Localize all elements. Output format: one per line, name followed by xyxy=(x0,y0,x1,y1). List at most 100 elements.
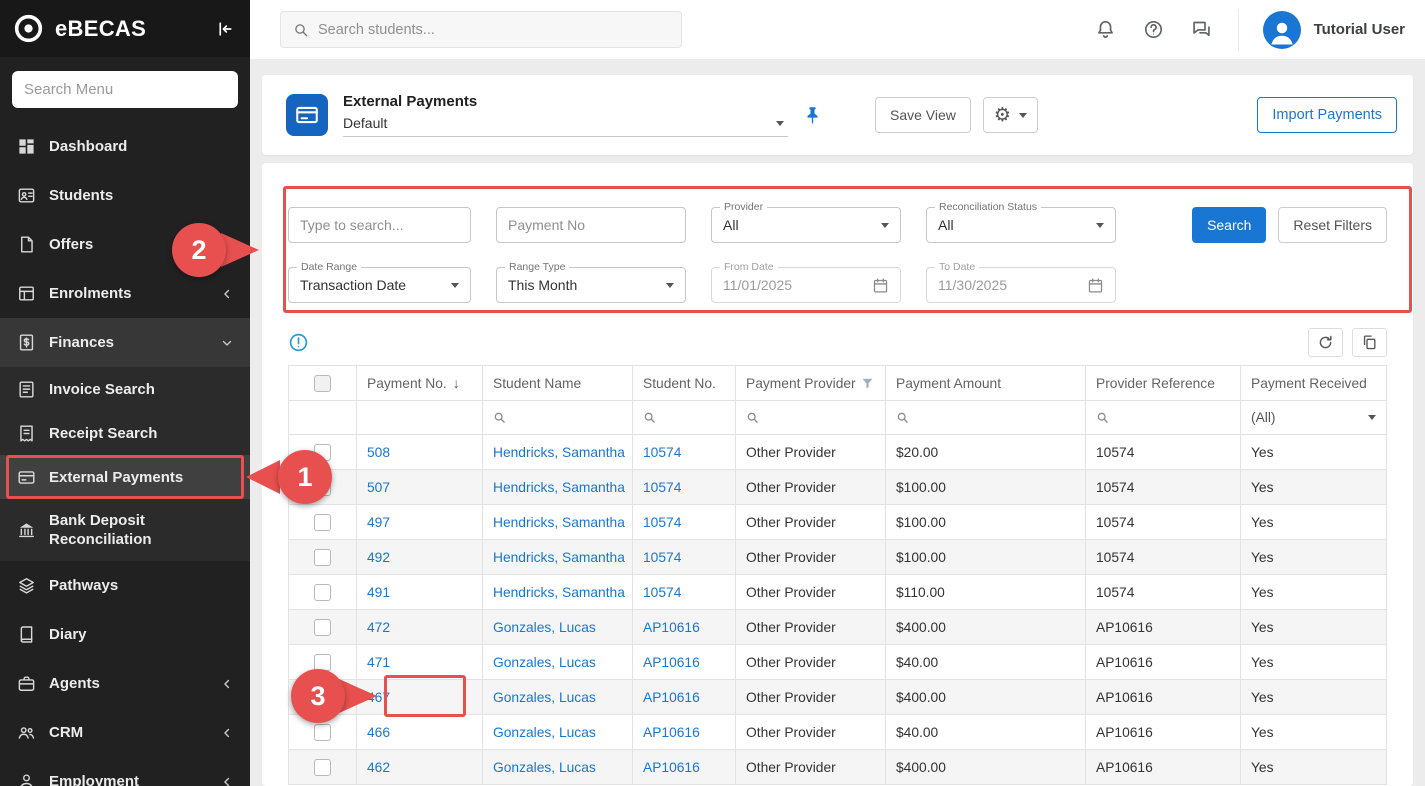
sidebar-item-crm[interactable]: CRM xyxy=(0,708,250,757)
student-no-link[interactable]: 10574 xyxy=(643,445,681,460)
column-header-student-name[interactable]: Student Name xyxy=(483,366,633,401)
sidebar-item-enrolments[interactable]: Enrolments xyxy=(0,269,250,318)
student-name-link[interactable]: Gonzales, Lucas xyxy=(493,620,596,635)
pin-view-button[interactable] xyxy=(802,105,823,126)
student-no-link[interactable]: AP10616 xyxy=(643,620,700,635)
row-checkbox[interactable] xyxy=(314,444,331,461)
row-checkbox[interactable] xyxy=(314,654,331,671)
row-checkbox[interactable] xyxy=(314,619,331,636)
row-checkbox[interactable] xyxy=(314,514,331,531)
sidebar-item-pathways[interactable]: Pathways xyxy=(0,561,250,610)
reset-filters-button[interactable]: Reset Filters xyxy=(1278,207,1387,243)
sidebar-item-agents[interactable]: Agents xyxy=(0,659,250,708)
select-all-checkbox[interactable] xyxy=(314,375,331,392)
student-name-link[interactable]: Hendricks, Samantha xyxy=(493,445,625,460)
student-no-link[interactable]: AP10616 xyxy=(643,725,700,740)
sidebar-item-dashboard[interactable]: Dashboard xyxy=(0,122,250,171)
sidebar-item-bank-deposit-reconciliation[interactable]: Bank Deposit Reconciliation xyxy=(0,499,250,561)
user-menu[interactable]: Tutorial User xyxy=(1238,9,1405,51)
date-range-select[interactable]: Date Range Transaction Date xyxy=(288,267,471,303)
student-no-link[interactable]: 10574 xyxy=(643,480,681,495)
provider-reference-filter-cell[interactable] xyxy=(1086,401,1241,435)
row-checkbox[interactable] xyxy=(314,724,331,741)
table-row: 471 Gonzales, Lucas AP10616 Other Provid… xyxy=(289,645,1387,680)
sidebar-item-finances[interactable]: Finances xyxy=(0,318,250,367)
payment-no-link[interactable]: 467 xyxy=(367,690,390,705)
payment-no-input[interactable] xyxy=(496,207,686,243)
payment-provider-filter-cell[interactable] xyxy=(736,401,886,435)
payment-no-link[interactable]: 507 xyxy=(367,480,390,495)
student-no-filter-cell[interactable] xyxy=(633,401,736,435)
received-filter-dropdown[interactable]: (All) xyxy=(1251,410,1376,425)
sidebar-item-receipt-search[interactable]: Receipt Search xyxy=(0,411,250,455)
sidebar-item-offers[interactable]: Offers xyxy=(0,220,250,269)
student-name-link[interactable]: Gonzales, Lucas xyxy=(493,725,596,740)
sidebar-item-label: Pathways xyxy=(49,577,118,594)
payment-no-link[interactable]: 466 xyxy=(367,725,390,740)
import-payments-button[interactable]: Import Payments xyxy=(1257,97,1397,133)
notifications-button[interactable] xyxy=(1095,19,1116,40)
save-view-button[interactable]: Save View xyxy=(875,97,971,133)
view-settings-button[interactable]: ⚙ xyxy=(983,97,1038,133)
menu-search-input[interactable] xyxy=(12,71,238,108)
student-name-link[interactable]: Hendricks, Samantha xyxy=(493,515,625,530)
student-no-link[interactable]: 10574 xyxy=(643,515,681,530)
student-name-link[interactable]: Hendricks, Samantha xyxy=(493,480,625,495)
column-header-payment-received[interactable]: Payment Received xyxy=(1241,366,1387,401)
filter-funnel-icon[interactable] xyxy=(860,376,875,391)
student-no-link[interactable]: AP10616 xyxy=(643,690,700,705)
to-date-input[interactable]: To Date 11/30/2025 xyxy=(926,267,1116,303)
search-button[interactable]: Search xyxy=(1192,207,1266,243)
sidebar-item-students[interactable]: Students xyxy=(0,171,250,220)
reconciliation-status-select[interactable]: Reconciliation Status All xyxy=(926,207,1116,243)
row-checkbox[interactable] xyxy=(314,759,331,776)
student-name-link[interactable]: Hendricks, Samantha xyxy=(493,550,625,565)
payment-no-link[interactable]: 492 xyxy=(367,550,390,565)
student-no-link[interactable]: 10574 xyxy=(643,550,681,565)
sidebar-item-invoice-search[interactable]: Invoice Search xyxy=(0,367,250,411)
payment-no-filter-cell[interactable] xyxy=(357,401,483,435)
sidebar-item-external-payments[interactable]: External Payments xyxy=(0,455,250,499)
payment-no-link[interactable]: 497 xyxy=(367,515,390,530)
sidebar-item-label: Bank Deposit Reconciliation xyxy=(49,511,187,550)
payment-no-link[interactable]: 472 xyxy=(367,620,390,635)
student-no-link[interactable]: AP10616 xyxy=(643,760,700,775)
copy-grid-button[interactable] xyxy=(1352,328,1387,357)
column-header-payment-amount[interactable]: Payment Amount xyxy=(886,366,1086,401)
student-name-link[interactable]: Gonzales, Lucas xyxy=(493,760,596,775)
student-search-input[interactable] xyxy=(318,22,669,38)
column-header-student-no[interactable]: Student No. xyxy=(633,366,736,401)
payment-no-link[interactable]: 471 xyxy=(367,655,390,670)
student-no-link[interactable]: AP10616 xyxy=(643,655,700,670)
row-checkbox[interactable] xyxy=(314,689,331,706)
view-selector[interactable]: Default xyxy=(343,115,788,137)
help-button[interactable] xyxy=(1143,19,1164,40)
student-no-link[interactable]: 10574 xyxy=(643,585,681,600)
column-header-payment-no[interactable]: Payment No.↓ xyxy=(357,366,483,401)
sidebar-item-diary[interactable]: Diary xyxy=(0,610,250,659)
row-checkbox[interactable] xyxy=(314,584,331,601)
payment-no-link[interactable]: 491 xyxy=(367,585,390,600)
payment-amount-filter-cell[interactable] xyxy=(886,401,1086,435)
feedback-button[interactable] xyxy=(1191,19,1212,40)
from-date-input[interactable]: From Date 11/01/2025 xyxy=(711,267,901,303)
collapse-sidebar-button[interactable] xyxy=(214,19,234,39)
row-checkbox[interactable] xyxy=(314,549,331,566)
payment-no-link[interactable]: 508 xyxy=(367,445,390,460)
student-name-link[interactable]: Gonzales, Lucas xyxy=(493,655,596,670)
filter-search-input[interactable] xyxy=(288,207,471,243)
range-type-select[interactable]: Range Type This Month xyxy=(496,267,686,303)
sidebar-item-employment[interactable]: Employment xyxy=(0,757,250,786)
column-header-payment-provider[interactable]: Payment Provider xyxy=(736,366,886,401)
info-icon[interactable] xyxy=(288,332,309,353)
row-checkbox[interactable] xyxy=(314,479,331,496)
column-header-provider-reference[interactable]: Provider Reference xyxy=(1086,366,1241,401)
provider-select[interactable]: Provider All xyxy=(711,207,901,243)
student-name-link[interactable]: Gonzales, Lucas xyxy=(493,690,596,705)
sort-desc-icon[interactable]: ↓ xyxy=(453,375,460,391)
payment-no-link[interactable]: 462 xyxy=(367,760,390,775)
refresh-button[interactable] xyxy=(1308,328,1343,357)
student-name-link[interactable]: Hendricks, Samantha xyxy=(493,585,625,600)
sidebar-item-label: Invoice Search xyxy=(49,381,155,398)
student-name-filter-cell[interactable] xyxy=(483,401,633,435)
